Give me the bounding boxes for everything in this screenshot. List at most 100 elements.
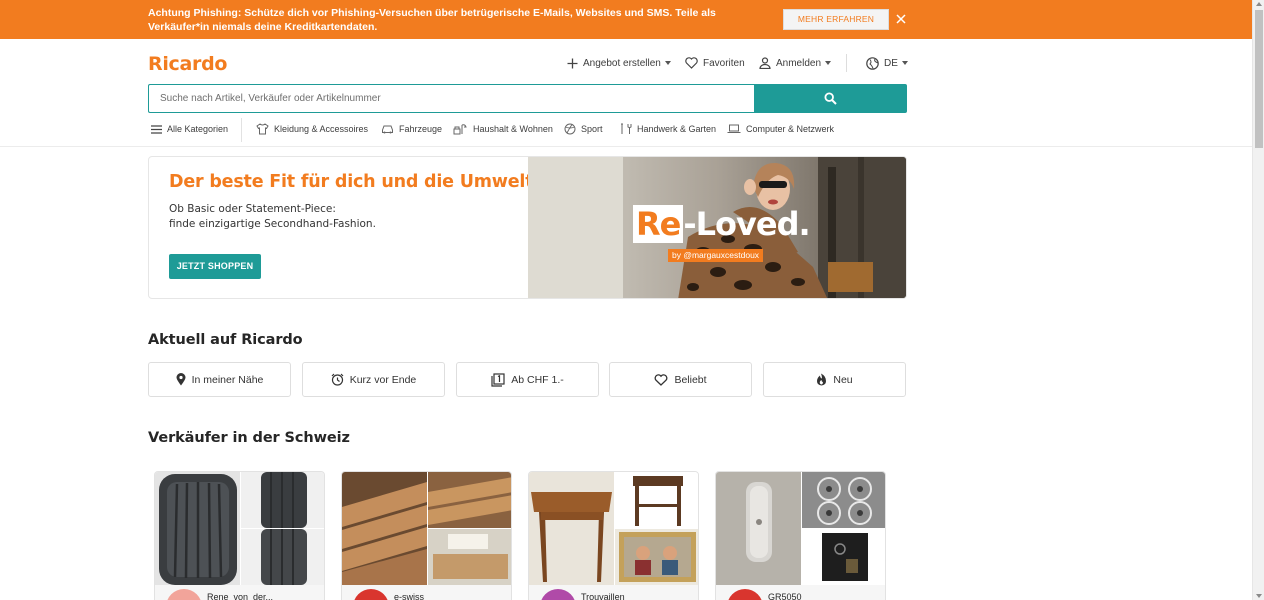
hero-subtitle-line2: finde einzigartige Secondhand-Fashion. [169, 217, 376, 230]
category-all[interactable]: Alle Kategorien [151, 121, 228, 137]
car-icon [382, 125, 393, 134]
seller-name: e-swiss [394, 592, 425, 600]
shirt-icon [256, 123, 269, 135]
seller-name: Rene_von_der... [207, 592, 274, 600]
category-label: Fahrzeuge [399, 124, 443, 134]
language-label: DE [884, 57, 898, 69]
seller-image-main [342, 472, 427, 585]
category-sport[interactable]: Sport [564, 121, 603, 137]
chevron-down-icon [825, 61, 832, 65]
hero-banner[interactable]: Der beste Fit für dich und die Umwelt Ob… [148, 156, 907, 299]
seller-card-footer: e-swiss [342, 585, 511, 600]
location-pin-icon [176, 373, 186, 386]
category-divider [241, 118, 242, 142]
section-title-aktuell: Aktuell auf Ricardo [148, 332, 303, 348]
seller-image-secondary [428, 472, 511, 528]
seller-image-main [716, 472, 801, 585]
chevron-down-icon [901, 61, 908, 65]
laptop-icon [727, 124, 741, 133]
chevron-down-icon [664, 61, 671, 65]
popular-button[interactable]: Beliebt [609, 362, 752, 397]
shop-now-button[interactable]: JETZT SHOPPEN [169, 254, 261, 279]
category-vehicles[interactable]: Fahrzeuge [381, 121, 442, 137]
seller-image-tertiary [802, 529, 885, 585]
seller-card[interactable]: Rene_von_der... [154, 471, 325, 600]
alarm-clock-icon [331, 373, 344, 386]
warning-text: Achtung Phishing: Schütze dich vor Phish… [148, 7, 716, 33]
ending-soon-button[interactable]: Kurz vor Ende [302, 362, 445, 397]
category-household[interactable]: Haushalt & Wohnen [453, 121, 553, 137]
ricardo-logo[interactable]: Ricardo [148, 53, 227, 75]
reloved-logo: Re-Loved. [633, 205, 811, 243]
popular-label: Beliebt [674, 373, 707, 386]
flame-icon [817, 373, 827, 386]
from-one-franc-label: Ab CHF 1.- [511, 373, 564, 386]
reloved-re: Re [633, 205, 684, 243]
seller-card[interactable]: GR5050 [715, 471, 886, 600]
seller-image-main [529, 472, 614, 585]
phishing-warning-banner: Achtung Phishing: Schütze dich vor Phish… [0, 0, 1252, 39]
seller-card[interactable]: e-swiss [341, 471, 512, 600]
hero-subtitle: Ob Basic oder Statement-Piece: finde ein… [169, 202, 376, 231]
heart-icon [655, 373, 668, 386]
seller-card-footer: Trouvaillen [529, 585, 698, 600]
more-info-button[interactable]: MEHR ERFAHREN [783, 9, 889, 30]
seller-image-tertiary [615, 529, 698, 585]
search-input[interactable] [148, 84, 755, 113]
user-icon [759, 57, 771, 69]
nearby-label: In meiner Nähe [191, 373, 264, 386]
category-computer[interactable]: Computer & Netzwerk [727, 121, 834, 137]
new-label: Neu [833, 373, 853, 386]
avatar [166, 589, 202, 600]
seller-image-main [155, 472, 240, 585]
scrollbar-thumb[interactable] [1255, 10, 1263, 148]
seller-card-footer: GR5050 [716, 585, 885, 600]
seller-image-secondary [615, 472, 698, 528]
from-one-franc-button[interactable]: Ab CHF 1.- [456, 362, 599, 397]
favorites-link[interactable]: Favoriten [685, 55, 745, 71]
seller-image-tertiary [241, 529, 324, 585]
close-icon[interactable] [894, 11, 908, 27]
header-divider-line [0, 146, 1252, 147]
page: Achtung Phishing: Schütze dich vor Phish… [0, 0, 1252, 600]
hero-title: Der beste Fit für dich und die Umwelt [169, 172, 534, 192]
seller-name: GR5050 [768, 592, 802, 600]
avatar [727, 589, 763, 600]
scroll-down-arrow-icon[interactable] [1256, 594, 1262, 598]
seller-card[interactable]: Trouvaillen [528, 471, 699, 600]
household-icon [453, 124, 467, 135]
reloved-rest: -Loved. [683, 205, 810, 243]
language-menu[interactable]: DE [866, 55, 908, 71]
header-divider [846, 54, 847, 72]
page-scrollbar[interactable] [1252, 0, 1264, 600]
new-button[interactable]: Neu [763, 362, 906, 397]
favorites-label: Favoriten [703, 57, 745, 69]
seller-card-footer: Rene_von_der... [155, 585, 324, 600]
globe-icon [866, 56, 879, 70]
create-listing-label: Angebot erstellen [583, 57, 661, 69]
category-clothing[interactable]: Kleidung & Accessoires [256, 121, 368, 137]
scroll-up-arrow-icon[interactable] [1256, 2, 1262, 6]
category-label: Alle Kategorien [167, 124, 229, 134]
login-menu[interactable]: Anmelden [759, 55, 832, 71]
seller-image-tertiary [428, 529, 511, 585]
photo-credit: by @margauxcestdoux [668, 249, 764, 262]
plus-icon [567, 58, 578, 68]
avatar [353, 589, 389, 600]
category-tools[interactable]: Handwerk & Garten [620, 121, 716, 137]
seller-image-secondary [241, 472, 324, 528]
heart-icon [685, 57, 698, 69]
ball-icon [564, 123, 576, 135]
seller-name: Trouvaillen [581, 592, 625, 600]
category-label: Kleidung & Accessoires [274, 124, 369, 134]
category-label: Sport [581, 124, 603, 134]
tools-icon [621, 123, 632, 134]
search-icon [824, 92, 837, 105]
nearby-button[interactable]: In meiner Nähe [148, 362, 291, 397]
hero-subtitle-line1: Ob Basic oder Statement-Piece: [169, 203, 336, 215]
category-label: Computer & Netzwerk [746, 124, 835, 134]
ending-soon-label: Kurz vor Ende [349, 373, 417, 386]
create-listing-menu[interactable]: Angebot erstellen [567, 55, 671, 71]
search-button[interactable] [754, 84, 907, 113]
category-label: Handwerk & Garten [637, 124, 717, 134]
